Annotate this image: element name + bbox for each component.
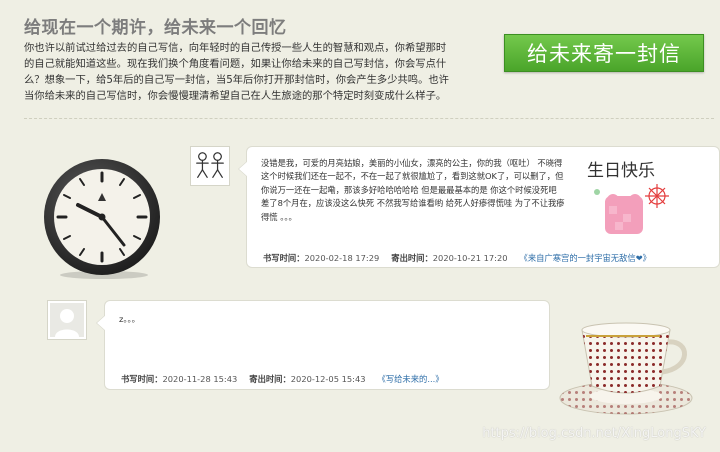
default-user-avatar-icon xyxy=(50,303,84,337)
letter-card: 没错是我，可爱的月亮姑娘，美丽的小仙女，漂亮的公主，你的我（呕吐） 不晓得这个时… xyxy=(238,146,720,268)
send-time-label: 寄出时间： xyxy=(249,374,291,384)
letter-meta: 书写时间：2020-11-28 15:43 寄出时间：2020-12-05 15:… xyxy=(121,373,444,385)
watermark: https://blog.csdn.net/XingLongSKY xyxy=(482,426,706,441)
write-time-label: 书写时间： xyxy=(121,374,163,384)
birthday-drawing-image: 生日快乐 xyxy=(587,161,669,234)
letter-link[interactable]: 《来自广寒宫的一封宇宙无敌信❤》 xyxy=(520,253,651,263)
write-time: 2020-11-28 15:43 xyxy=(162,374,238,384)
avatar xyxy=(47,300,87,340)
teacup-illustration xyxy=(559,322,693,415)
send-time: 2020-10-21 17:20 xyxy=(432,253,508,263)
image-caption: 生日快乐 xyxy=(587,161,655,181)
page-title: 给现在一个期许，给未来一个回忆 xyxy=(24,18,287,38)
write-time: 2020-02-18 17:29 xyxy=(304,253,380,263)
send-time: 2020-12-05 15:43 xyxy=(290,374,366,384)
letter-card: z。。。 书写时间：2020-11-28 15:43 寄出时间：2020-12-0… xyxy=(96,300,550,390)
avatar xyxy=(190,146,230,186)
letter-content: 没错是我，可爱的月亮姑娘，美丽的小仙女，漂亮的公主，你的我（呕吐） 不晓得这个时… xyxy=(261,158,565,222)
letter-meta: 书写时间：2020-02-18 17:29 寄出时间：2020-10-21 17:… xyxy=(263,252,651,264)
wall-clock-illustration xyxy=(44,159,160,279)
send-letter-button[interactable]: 给未来寄一封信 xyxy=(504,34,704,72)
stick-figure-avatar-icon xyxy=(196,152,224,178)
write-time-label: 书写时间： xyxy=(263,253,305,263)
letter-link[interactable]: 《写给未来的...》 xyxy=(378,374,444,384)
divider xyxy=(24,118,714,119)
header: 给现在一个期许，给未来一个回忆 你也许以前试过给过去的自己写信，向年轻时的自己传… xyxy=(0,0,720,112)
letter-content: z。。。 xyxy=(119,314,140,324)
send-time-label: 寄出时间： xyxy=(391,253,433,263)
intro-paragraph: 你也许以前试过给过去的自己写信，向年轻时的自己传授一些人生的智慧和观点，你希望那… xyxy=(24,42,449,102)
